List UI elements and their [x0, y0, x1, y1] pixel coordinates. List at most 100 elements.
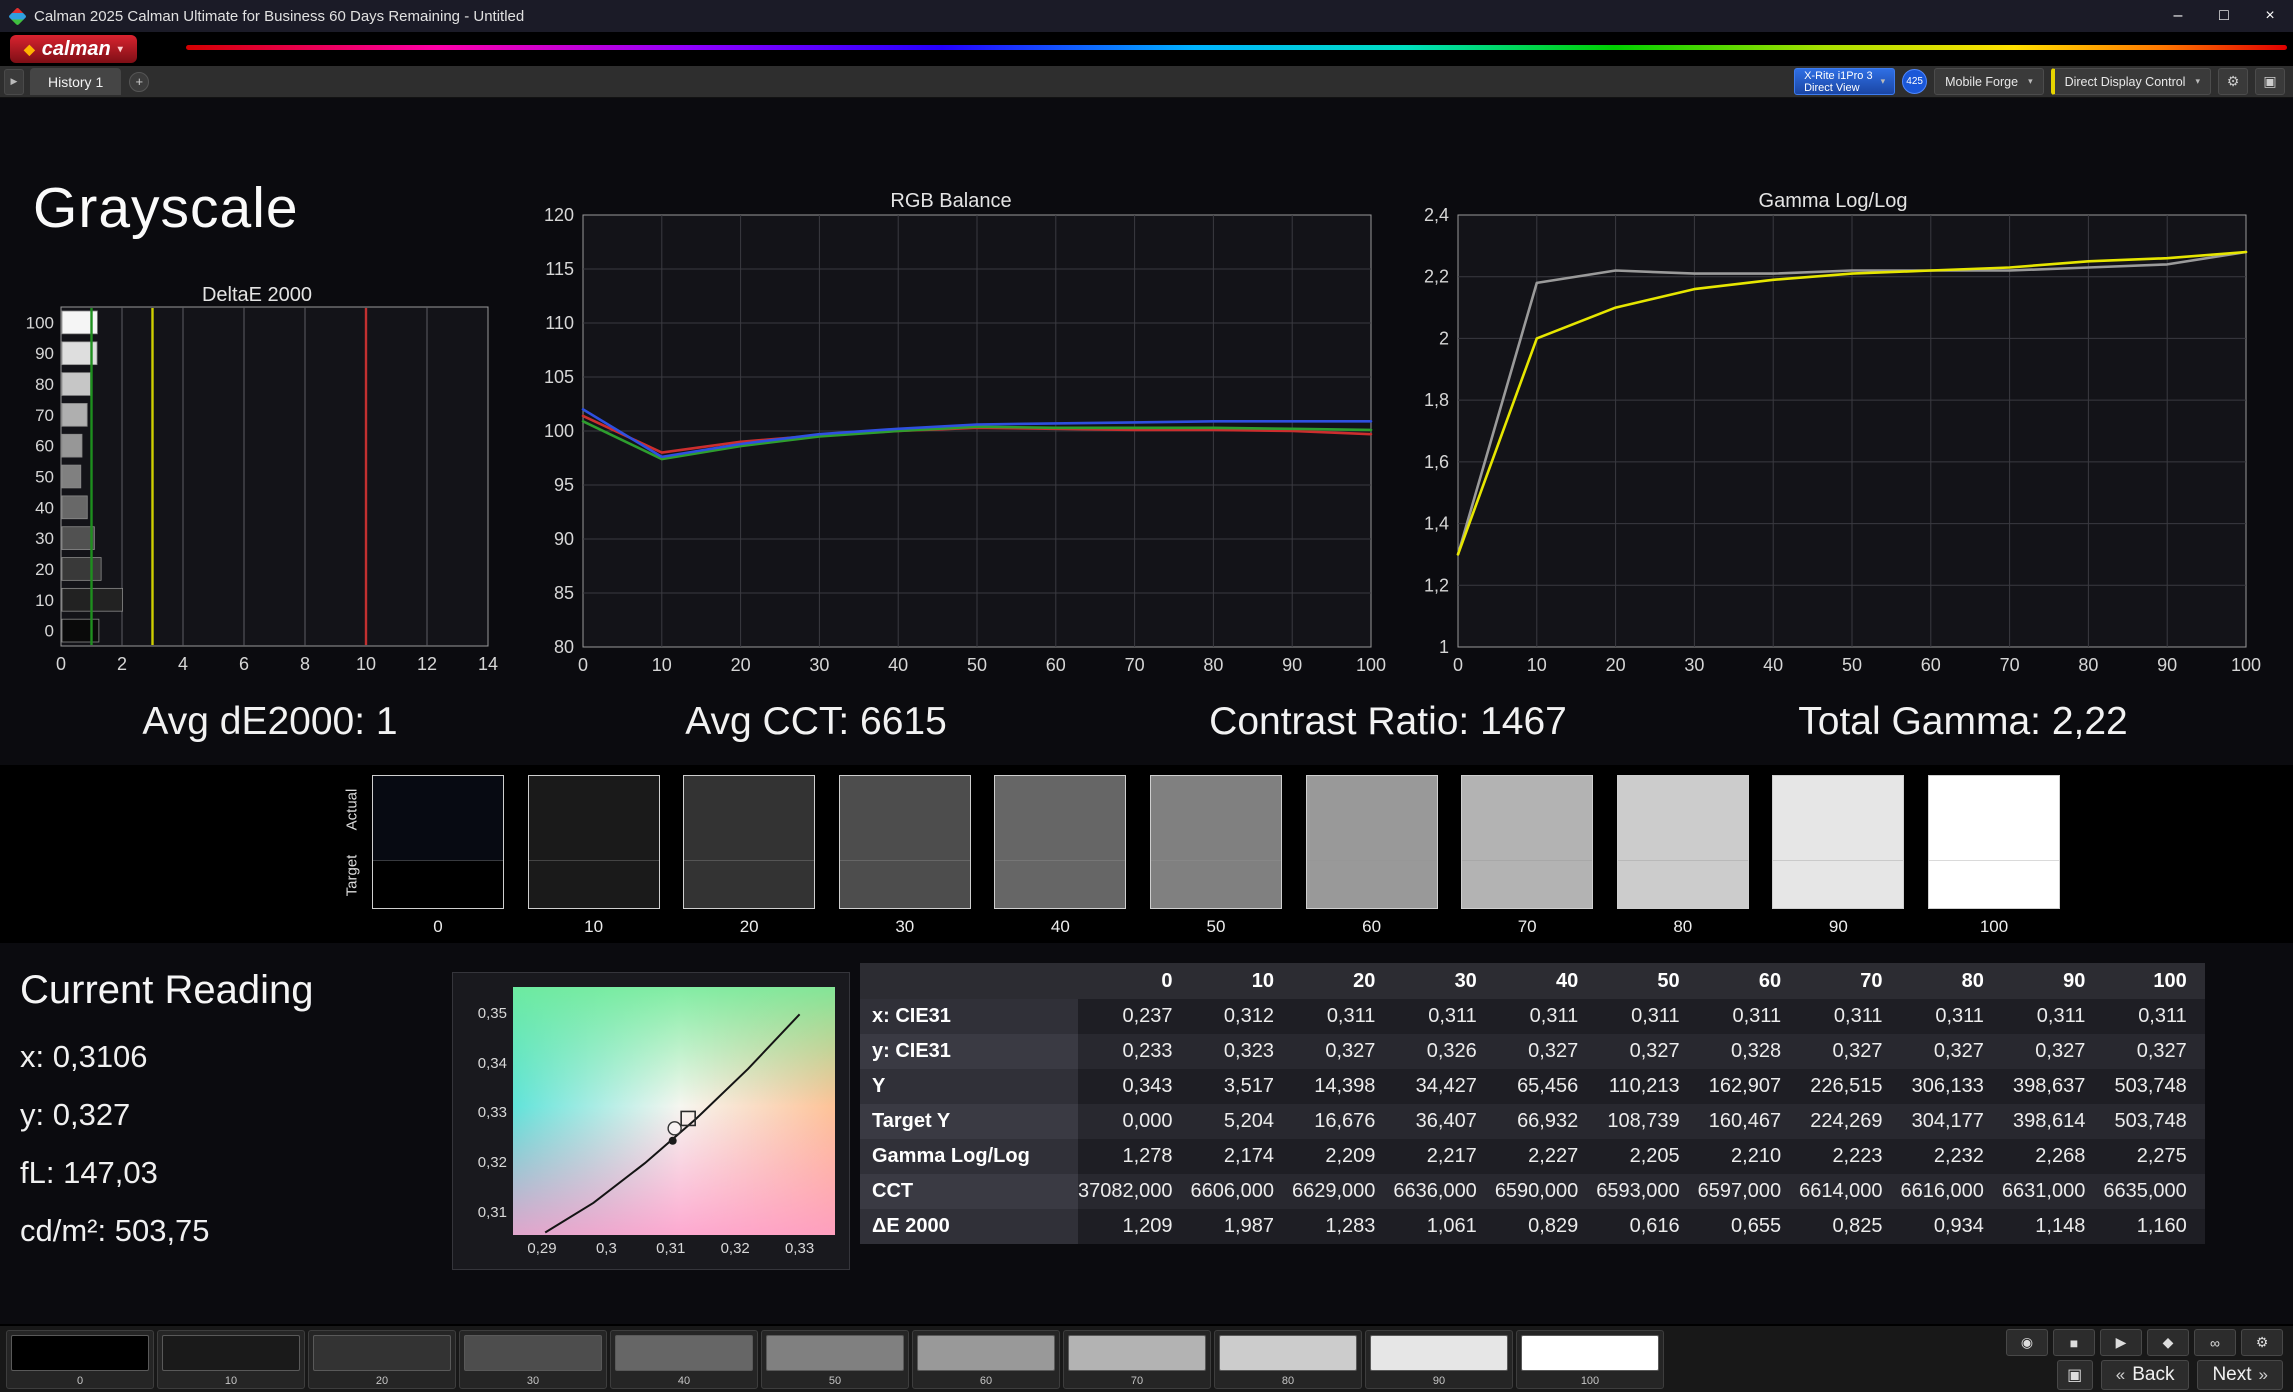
continuous-measure-button[interactable]: ∞ [2194, 1329, 2236, 1356]
svg-text:105: 105 [544, 367, 574, 387]
calman-menu-button[interactable]: ◆ calman ▾ [10, 35, 137, 63]
level-patch-button[interactable]: 20 [308, 1330, 456, 1389]
level-patch-button[interactable]: 100 [1516, 1330, 1664, 1389]
svg-text:100: 100 [1356, 655, 1386, 675]
play-button[interactable]: ▶ [2100, 1329, 2142, 1356]
table-cell: 1,278 [1078, 1139, 1191, 1174]
table-cell: 1,209 [1078, 1209, 1191, 1244]
display-control-button[interactable]: Direct Display Control ▾ [2051, 68, 2211, 95]
cie-y-tick-label: 0,32 [459, 1154, 507, 1171]
level-patch-button[interactable]: 0 [6, 1330, 154, 1389]
patch-level-label: 20 [309, 1375, 455, 1387]
transport-controls: ◉ ■ ▶ ◆ ∞ ⚙ ▣ « Back Next » [2006, 1329, 2283, 1390]
capture-button[interactable]: ◉ [2006, 1329, 2048, 1356]
svg-text:2,4: 2,4 [1424, 205, 1449, 225]
layout-grid-icon: ▣ [2263, 73, 2276, 90]
swatch-actual-color [1618, 776, 1748, 861]
patch-level-label: 30 [460, 1375, 606, 1387]
table-cell: 0,312 [1191, 999, 1292, 1034]
svg-text:50: 50 [967, 655, 987, 675]
swatch-level-label: 20 [683, 917, 815, 937]
table-header-cell: 10 [1191, 963, 1292, 999]
wizard-nav-row: ▣ « Back Next » [2006, 1360, 2283, 1390]
table-cell: 0,000 [1078, 1104, 1191, 1139]
avg-de2000-summary: Avg dE2000: 1 [142, 700, 397, 744]
next-button[interactable]: Next » [2197, 1360, 2283, 1390]
table-cell: 1,148 [2002, 1209, 2103, 1244]
maximize-button[interactable]: □ [2201, 0, 2247, 32]
meter-status-badge: 425 [1902, 69, 1927, 94]
table-cell: 503,748 [2103, 1069, 2204, 1104]
back-button[interactable]: « Back [2101, 1360, 2190, 1390]
table-cell: 0,343 [1078, 1069, 1191, 1104]
settings-button[interactable]: ⚙ [2218, 68, 2248, 95]
table-cell: 2,205 [1596, 1139, 1697, 1174]
swatch-target-color [684, 861, 814, 908]
table-row-label: Y [860, 1069, 1078, 1104]
cie-chart-panel: 0,350,340,330,320,310,290,30,310,320,33 [452, 972, 850, 1270]
svg-text:20: 20 [1606, 655, 1626, 675]
cie-x-tick-label: 0,32 [713, 1240, 757, 1257]
history-expander-button[interactable]: ▶ [4, 69, 24, 95]
grayscale-swatch [528, 775, 660, 909]
table-cell: 1,987 [1191, 1209, 1292, 1244]
swatch-level-label: 40 [994, 917, 1126, 937]
level-patch-button[interactable]: 60 [912, 1330, 1060, 1389]
table-cell: 0,311 [1698, 999, 1799, 1034]
page-title: Grayscale [33, 175, 299, 241]
table-header-cell: 90 [2002, 963, 2103, 999]
svg-text:8: 8 [300, 654, 310, 674]
minimize-button[interactable]: – [2155, 0, 2201, 32]
deltae-chart: 024681012141009080706050403020100 [20, 300, 500, 680]
table-cell: 0,311 [1495, 999, 1596, 1034]
pattern-window-button[interactable]: ▣ [2057, 1360, 2093, 1390]
svg-text:2: 2 [1439, 328, 1449, 348]
swatch-level-label: 70 [1461, 917, 1593, 937]
table-cell: 108,739 [1596, 1104, 1697, 1139]
level-patch-button[interactable]: 40 [610, 1330, 758, 1389]
total-gamma-summary: Total Gamma: 2,22 [1798, 700, 2127, 744]
level-patch-button[interactable]: 80 [1214, 1330, 1362, 1389]
swatch-level-label: 30 [839, 917, 971, 937]
window-titlebar: Calman 2025 Calman Ultimate for Business… [0, 0, 2293, 32]
svg-text:60: 60 [1921, 655, 1941, 675]
patch-color [1370, 1335, 1508, 1371]
patch-color [1521, 1335, 1659, 1371]
stop-button[interactable]: ■ [2053, 1329, 2095, 1356]
pattern-source-button[interactable]: Mobile Forge ▾ [1934, 68, 2043, 95]
level-patch-button[interactable]: 50 [761, 1330, 909, 1389]
patch-level-label: 60 [913, 1375, 1059, 1387]
toolbar-right-cluster: X-Rite i1Pro 3 Direct View ▾ 425 Mobile … [1794, 68, 2293, 95]
svg-text:6: 6 [239, 654, 249, 674]
layout-button[interactable]: ▣ [2255, 68, 2285, 95]
svg-text:20: 20 [731, 655, 751, 675]
swatch-target-color [840, 861, 970, 908]
level-patch-button[interactable]: 30 [459, 1330, 607, 1389]
chevron-down-icon: ▾ [2195, 76, 2200, 87]
table-cell: 2,275 [2103, 1139, 2204, 1174]
level-patch-button[interactable]: 70 [1063, 1330, 1211, 1389]
add-history-button[interactable]: + [129, 72, 149, 92]
measure-settings-button[interactable]: ⚙ [2241, 1329, 2283, 1356]
grayscale-swatch [1461, 775, 1593, 909]
window-controls: – □ × [2155, 0, 2293, 32]
patch-level-label: 70 [1064, 1375, 1210, 1387]
meter-selector-button[interactable]: X-Rite i1Pro 3 Direct View ▾ [1794, 68, 1895, 95]
calman-logo-text: calman [42, 38, 111, 61]
level-patch-button[interactable]: 10 [157, 1330, 305, 1389]
table-cell: 1,061 [1393, 1209, 1494, 1244]
svg-text:90: 90 [35, 344, 54, 363]
close-button[interactable]: × [2247, 0, 2293, 32]
cie-x-tick-label: 0,3 [584, 1240, 628, 1257]
table-header-cell: 70 [1799, 963, 1900, 999]
level-patch-button[interactable]: 90 [1365, 1330, 1513, 1389]
svg-text:120: 120 [544, 205, 574, 225]
svg-text:2,2: 2,2 [1424, 267, 1449, 287]
target-icon: ◆ [2163, 1334, 2174, 1351]
tab-history-1[interactable]: History 1 [30, 68, 121, 95]
target-button[interactable]: ◆ [2147, 1329, 2189, 1356]
table-cell: 0,237 [1078, 999, 1191, 1034]
reading-cdm2-value: cd/m²: 503,75 [20, 1213, 314, 1249]
svg-text:14: 14 [478, 654, 498, 674]
avg-cct-summary: Avg CCT: 6615 [685, 700, 947, 744]
